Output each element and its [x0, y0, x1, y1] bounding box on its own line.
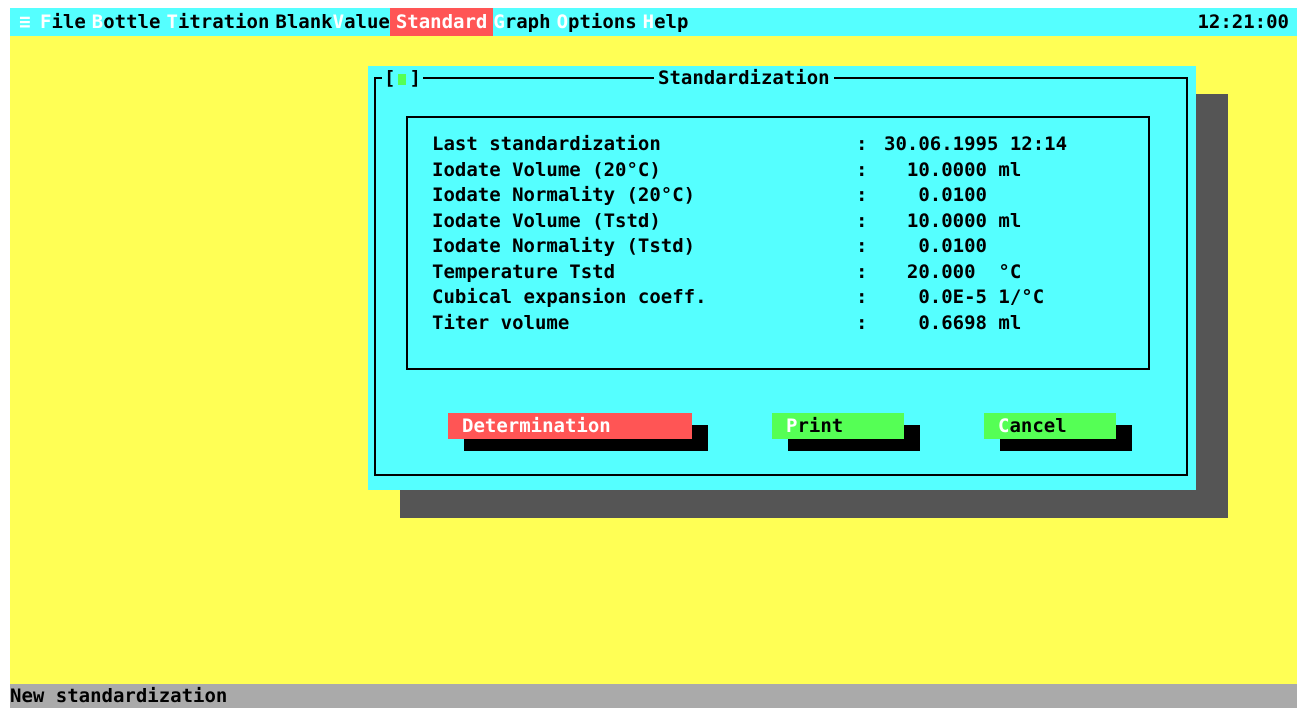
- close-bracket-left: [: [384, 67, 396, 89]
- row-label: Temperature Tstd: [432, 260, 616, 283]
- print-button-label: rint: [797, 415, 844, 437]
- row-value: 0.0E-5 1/°C: [884, 286, 1045, 308]
- info-row: Iodate Volume (20°C): 10.0000 ml: [432, 158, 1067, 184]
- row-label: Titer volume: [432, 311, 570, 334]
- row-label: Cubical expansion coeff.: [432, 286, 707, 308]
- row-colon: :: [856, 311, 868, 334]
- menu-titration-label: itration: [177, 11, 270, 33]
- close-button[interactable]: []: [382, 66, 423, 90]
- menu-blank-value-label: alue: [344, 11, 390, 33]
- row-colon: :: [856, 235, 868, 257]
- info-row: Iodate Normality (20°C): 0.0100: [432, 183, 1067, 209]
- row-label: Iodate Volume (Tstd): [432, 209, 661, 232]
- row-value: 0.6698 ml: [884, 311, 1022, 334]
- row-value: 10.0000 ml: [884, 209, 1022, 232]
- determination-button-label: Determination: [462, 415, 611, 437]
- menu-bar: ≡ File Bottle Titration BlankValue Stand…: [10, 8, 1297, 36]
- menu-standard[interactable]: Standard: [389, 8, 494, 36]
- row-label: Iodate Normality (20°C): [432, 184, 696, 206]
- info-rows: Last standardization:30.06.1995 12:14 Io…: [432, 132, 1067, 336]
- row-colon: :: [856, 184, 868, 206]
- menu-blank-value-hotkey: V: [332, 11, 345, 33]
- menu-titration[interactable]: Titration: [166, 8, 275, 36]
- info-row: Last standardization:30.06.1995 12:14: [432, 132, 1067, 158]
- system-menu-icon[interactable]: ≡: [10, 8, 40, 36]
- cancel-button[interactable]: Cancel: [984, 413, 1116, 439]
- print-button-hotkey: P: [786, 415, 798, 437]
- info-row: Cubical expansion coeff.: 0.0E-5 1/°C: [432, 285, 1067, 311]
- menu-help-hotkey: H: [642, 11, 655, 33]
- menu-bottle-hotkey: B: [91, 11, 104, 33]
- info-row: Temperature Tstd: 20.000 °C: [432, 260, 1067, 286]
- info-row: Iodate Volume (Tstd): 10.0000 ml: [432, 209, 1067, 235]
- print-button[interactable]: Print: [772, 413, 904, 439]
- menu-options-hotkey: O: [556, 11, 569, 33]
- row-label: Iodate Normality (Tstd): [432, 235, 696, 257]
- menu-graph-hotkey: G: [493, 11, 505, 33]
- clock: 12:21:00: [1197, 11, 1289, 33]
- cancel-button-label: ancel: [1009, 415, 1067, 437]
- row-label: Last standardization: [432, 133, 661, 155]
- row-colon: :: [856, 133, 868, 155]
- dialog-title: Standardization: [654, 66, 834, 90]
- desktop: ≡ File Bottle Titration BlankValue Stand…: [10, 8, 1297, 708]
- menu-standard-label: Standard: [395, 11, 488, 33]
- menu-options-label: ptions: [568, 11, 637, 33]
- menu-options[interactable]: Options: [557, 8, 643, 36]
- menu-graph-label: raph: [504, 11, 551, 33]
- row-label: Iodate Volume (20°C): [432, 158, 661, 181]
- menu-file[interactable]: File: [40, 8, 92, 36]
- menu-file-label: ile: [51, 11, 86, 33]
- row-colon: :: [856, 286, 868, 308]
- menu-bottle-label: ottle: [103, 11, 161, 33]
- menu-blank-value[interactable]: BlankValue: [275, 8, 389, 36]
- menu-blank-value-prefix: Blank: [275, 11, 333, 33]
- menu-file-hotkey: F: [40, 11, 52, 33]
- close-icon: [398, 74, 407, 85]
- standardization-dialog: [] Standardization Last standardization:…: [368, 66, 1196, 490]
- cancel-button-hotkey: C: [998, 415, 1010, 437]
- row-value: 10.0000 ml: [884, 158, 1022, 181]
- info-panel: Last standardization:30.06.1995 12:14 Io…: [406, 116, 1150, 370]
- info-row: Titer volume: 0.6698 ml: [432, 311, 1067, 337]
- row-value: 30.06.1995 12:14: [884, 133, 1068, 155]
- menu-graph[interactable]: Graph: [493, 8, 556, 36]
- row-value: 20.000 °C: [884, 260, 1022, 283]
- determination-button[interactable]: Determination: [448, 413, 692, 439]
- status-text: New standardization: [10, 685, 228, 707]
- info-row: Iodate Normality (Tstd): 0.0100: [432, 234, 1067, 260]
- row-value: 0.0100: [884, 184, 987, 206]
- menu-help[interactable]: Help: [643, 8, 695, 36]
- row-value: 0.0100: [884, 235, 987, 257]
- close-bracket-right: ]: [409, 67, 421, 89]
- row-colon: :: [856, 260, 868, 283]
- menu-bottle[interactable]: Bottle: [92, 8, 167, 36]
- menu-titration-hotkey: T: [166, 11, 178, 33]
- menu-help-label: elp: [654, 11, 689, 33]
- status-bar: New standardization: [10, 684, 1297, 708]
- row-colon: :: [856, 209, 868, 232]
- row-colon: :: [856, 158, 868, 181]
